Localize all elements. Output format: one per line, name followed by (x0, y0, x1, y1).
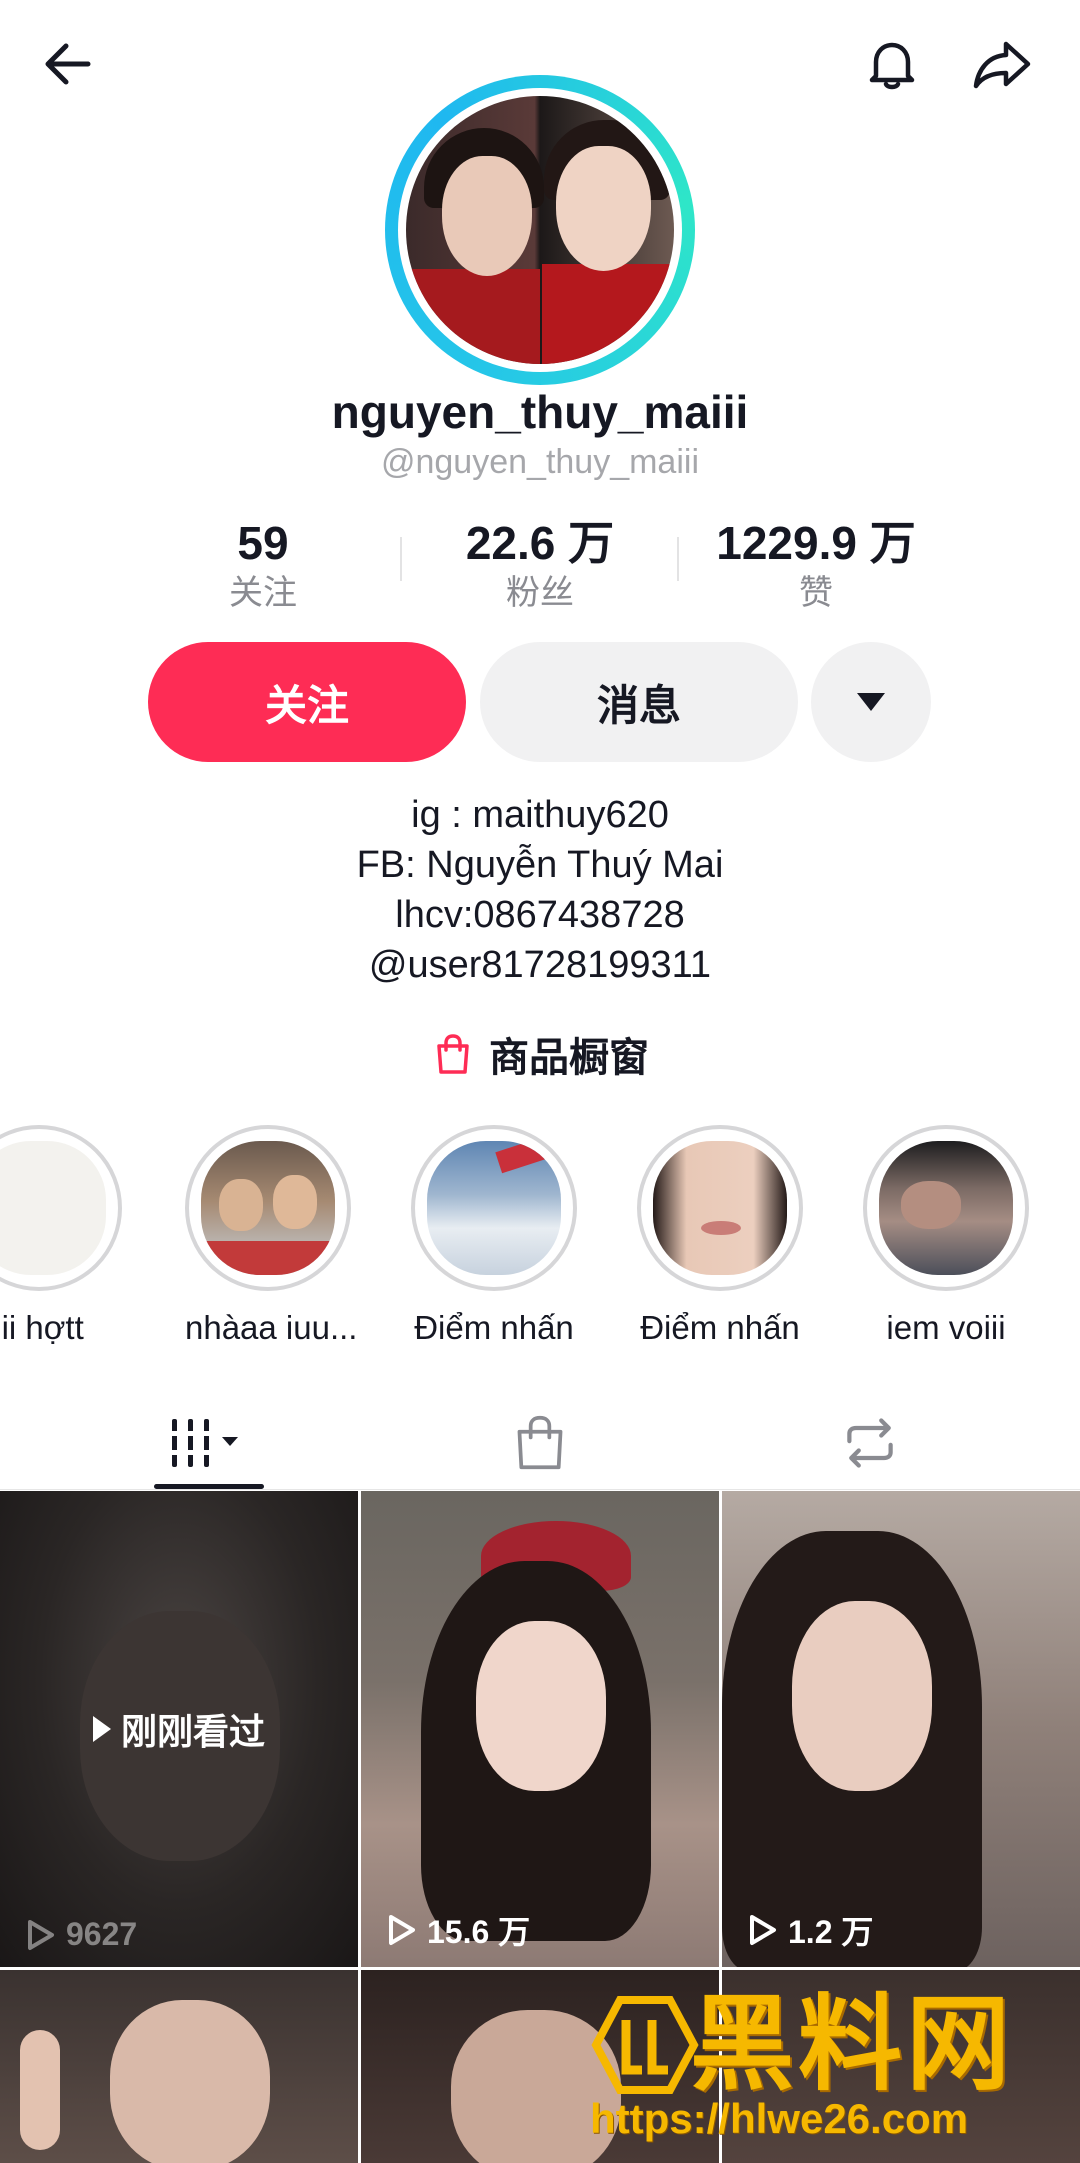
video-thumbnail[interactable] (0, 1970, 358, 2163)
arrow-left-icon (45, 43, 91, 85)
avatar-photo (406, 96, 674, 364)
profile-page: nguyen_thuy_maiii @nguyen_thuy_maiii 59 … (0, 0, 1080, 2163)
highlight-label: nhàaa iuu... (185, 1309, 358, 1346)
just-viewed-overlay: 刚刚看过 (0, 1491, 358, 1967)
stat-followers[interactable]: 22.6 万 粉丝 (410, 515, 670, 615)
video-thumbnail[interactable]: 15.6 万 (361, 1491, 719, 1967)
highlight-item[interactable]: iem voiii (863, 1125, 1029, 1347)
highlight-item[interactable]: Điểm nhấn (411, 1125, 577, 1347)
highlight-cover (863, 1125, 1029, 1291)
stat-following[interactable]: 59 关注 (133, 515, 393, 615)
watermark-logo (591, 1996, 699, 2094)
play-outline-icon (750, 1915, 776, 1945)
just-viewed-label: 刚刚看过 (120, 1711, 265, 1752)
highlight-item[interactable]: Điểm nhấn (637, 1125, 803, 1347)
username-handle: @nguyen_thuy_maiii (380, 443, 700, 481)
video-thumbnail[interactable]: 1.2 万 (722, 1491, 1080, 1967)
highlight-label: Điểm nhấn (414, 1309, 574, 1346)
caret-down-icon (857, 693, 885, 711)
highlight-item[interactable]: nhàaa iuu... (185, 1125, 358, 1347)
avatar[interactable] (385, 75, 695, 385)
tab-reposts[interactable] (690, 1395, 1050, 1490)
play-outline-icon (28, 1919, 54, 1950)
follow-button[interactable]: 关注 (148, 642, 466, 762)
view-count: 9627 (26, 1916, 137, 1953)
share-button[interactable] (966, 28, 1038, 100)
message-button[interactable]: 消息 (480, 642, 798, 762)
shopping-bag-icon (517, 1415, 563, 1469)
tab-shop[interactable] (360, 1395, 720, 1490)
tab-videos[interactable] (30, 1395, 390, 1490)
followers-count: 22.6 万 (465, 517, 615, 569)
bell-icon (869, 42, 915, 90)
view-count-value: 15.6 万 (427, 1914, 531, 1950)
bio-line: FB: Nguyễn Thuý Mai (356, 844, 724, 886)
play-icon (92, 1716, 111, 1742)
likes-label: 赞 (799, 574, 833, 612)
stat-divider (400, 537, 402, 581)
more-options-button[interactable] (811, 642, 931, 762)
shop-showcase-link[interactable]: 商品橱窗 (0, 1025, 1080, 1083)
shop-label: 商品橱窗 (489, 1036, 649, 1080)
bio-line: ig : maithuy620 (411, 794, 669, 836)
watermark: 黑料网 https://hlwe26.com (590, 1985, 1060, 2155)
bio: ig : maithuy620 FB: Nguyễn Thuý Mai lhcv… (0, 790, 1080, 990)
display-name: nguyen_thuy_maiii (331, 386, 749, 438)
following-label: 关注 (229, 574, 297, 612)
avatar-inner (398, 88, 682, 372)
videos-grid-icon (166, 1418, 238, 1467)
view-count-value: 9627 (66, 1916, 138, 1952)
following-count: 59 (237, 517, 289, 569)
likes-count: 1229.9 万 (716, 517, 916, 569)
highlight-cover (0, 1125, 122, 1291)
highlight-item[interactable]: iii hợtt (0, 1125, 122, 1347)
profile-tabs (0, 1395, 1080, 1490)
shopping-bag-icon (437, 1034, 469, 1074)
highlight-cover (185, 1125, 351, 1291)
share-icon (973, 41, 1031, 89)
divider (0, 1489, 1080, 1490)
back-button[interactable] (32, 28, 104, 100)
followers-label: 粉丝 (506, 574, 574, 612)
highlight-label: iii hợtt (0, 1309, 84, 1346)
watermark-title: 黑料网 (690, 1987, 1015, 2103)
bio-mention-link[interactable]: @user81728199311 (0, 940, 1080, 990)
stat-likes[interactable]: 1229.9 万 赞 (686, 515, 946, 615)
highlight-cover (637, 1125, 803, 1291)
stat-divider (677, 537, 679, 581)
view-count-value: 1.2 万 (788, 1914, 874, 1950)
video-thumbnail[interactable]: 刚刚看过 9627 (0, 1491, 358, 1967)
repost-icon (847, 1417, 893, 1468)
watermark-url: https://hlwe26.com (590, 2095, 969, 2142)
view-count: 1.2 万 (748, 1907, 873, 1953)
bio-line: lhcv:0867438728 (395, 894, 685, 936)
play-outline-icon (389, 1915, 415, 1945)
highlight-cover (411, 1125, 577, 1291)
view-count: 15.6 万 (387, 1907, 530, 1953)
notification-button[interactable] (856, 28, 928, 100)
highlight-label: Điểm nhấn (640, 1309, 800, 1346)
highlight-label: iem voiii (886, 1309, 1006, 1346)
